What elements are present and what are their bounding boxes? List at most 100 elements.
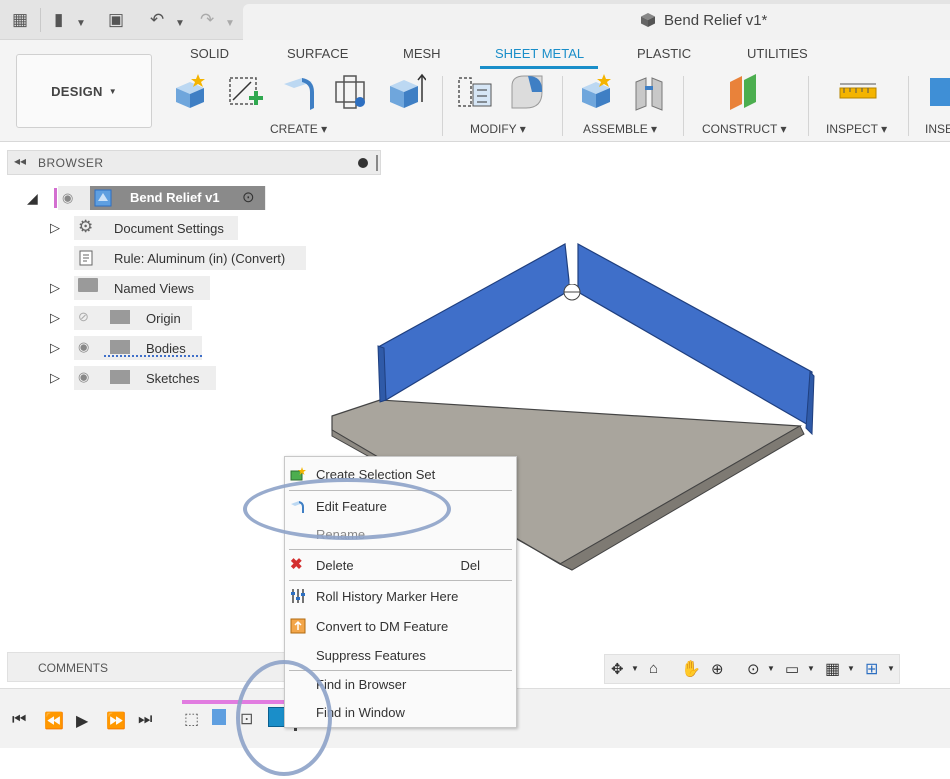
expand-triangle-icon[interactable]: ▷ [50, 310, 60, 326]
ribbon-divider [562, 76, 563, 136]
group-assemble[interactable]: ASSEMBLE ▾ [583, 122, 657, 136]
display-settings-icon[interactable]: ▭ [785, 660, 799, 678]
create-sketch-icon[interactable] [225, 72, 265, 112]
extrude-icon[interactable] [386, 72, 426, 112]
tab-solid[interactable]: SOLID [190, 46, 229, 61]
comments-title: COMMENTS [38, 661, 108, 675]
visibility-eye-icon[interactable]: ◉ [78, 339, 89, 355]
folder-icon [110, 340, 130, 354]
menu-separator [289, 580, 512, 581]
group-insert[interactable]: INSE [925, 122, 950, 136]
chevron-down-icon[interactable]: ▼ [631, 664, 639, 673]
offset-plane-icon[interactable] [724, 72, 764, 112]
visibility-eye-icon[interactable]: ◉ [78, 369, 89, 385]
collapse-triangle-icon[interactable]: ◢ [27, 190, 38, 207]
press-pull-icon[interactable] [455, 72, 495, 112]
go-to-start-icon[interactable]: ⏮ [12, 711, 26, 729]
delete-icon: ✖ [290, 556, 303, 573]
zoom-icon[interactable]: ⊕ [711, 660, 724, 678]
component-cube-icon [641, 13, 655, 27]
collapse-panel-icon[interactable]: ◂◂ [14, 154, 26, 168]
chevron-down-icon[interactable]: ▼ [847, 664, 855, 673]
tab-utilities[interactable]: UTILITIES [747, 46, 808, 61]
tree-item-label: Named Views [114, 281, 194, 296]
create-flat-pattern-icon[interactable] [332, 72, 372, 112]
redo-dropdown-icon[interactable]: ▼ [225, 14, 235, 34]
ribbon-divider [808, 76, 809, 136]
highlight-ring-timeline-feature [236, 660, 332, 776]
hidden-eye-icon[interactable]: ⊘ [78, 309, 89, 325]
navigation-toolbar: ✥ ▼ ⌂ ✋ ⊕ ⊙ ▼ ▭ ▼ ▦ ▼ ⊞ ▼ [604, 654, 900, 684]
modified-underline [104, 354, 202, 357]
tree-item-label: Rule: Aluminum (in) (Convert) [114, 251, 286, 266]
sheet-metal-rule-icon [79, 250, 93, 266]
chevron-down-icon[interactable]: ▼ [767, 664, 775, 673]
measure-icon[interactable] [838, 72, 878, 112]
menu-item-suppress-features[interactable]: Suppress Features [285, 642, 516, 668]
expand-triangle-icon[interactable]: ▷ [50, 340, 60, 356]
tree-item-label: Document Settings [114, 221, 224, 236]
new-component-assemble-icon[interactable] [576, 72, 616, 112]
chevron-down-icon[interactable]: ▼ [887, 664, 895, 673]
save-icon[interactable]: ▣ [108, 10, 124, 30]
expand-triangle-icon[interactable]: ▷ [50, 220, 60, 236]
workspace-switcher[interactable]: DESIGN ▼ [16, 54, 152, 128]
history-marker-icon [291, 589, 305, 603]
step-back-icon[interactable]: ⏪ [44, 711, 64, 731]
ribbon-divider [908, 76, 909, 136]
go-to-end-icon[interactable]: ⏭ [138, 711, 152, 729]
group-construct[interactable]: CONSTRUCT ▾ [702, 122, 786, 136]
divider [40, 8, 41, 32]
selection-set-icon [290, 467, 306, 481]
tree-item-label: Origin [146, 311, 181, 326]
apps-grid-icon[interactable]: ▦ [12, 10, 28, 30]
undo-icon[interactable]: ↶ [150, 10, 164, 30]
minimize-icon[interactable] [358, 158, 368, 168]
group-modify[interactable]: MODIFY ▾ [470, 122, 526, 136]
insert-image-icon[interactable] [928, 72, 950, 112]
expand-triangle-icon[interactable]: ▷ [50, 370, 60, 386]
look-at-icon[interactable]: ⌂ [649, 660, 658, 677]
undo-dropdown-icon[interactable]: ▼ [175, 14, 185, 34]
menu-item-delete[interactable]: ✖ Delete Del [285, 552, 516, 578]
menu-item-roll-history-marker[interactable]: Roll History Marker Here [285, 583, 516, 609]
expand-triangle-icon[interactable]: ▷ [50, 280, 60, 296]
active-tab-indicator [480, 66, 598, 69]
chevron-down-icon[interactable]: ▼ [76, 14, 86, 34]
tab-surface[interactable]: SURFACE [287, 46, 348, 61]
document-tab[interactable] [243, 4, 950, 40]
convert-icon [290, 618, 306, 634]
menu-item-convert-to-dm[interactable]: Convert to DM Feature [285, 613, 516, 639]
browser-header[interactable]: ◂◂ BROWSER [7, 150, 381, 175]
app-bar: ▦ ▮ ▼ ▣ ↶ ▼ ↷ ▼ Bend Relief v1* [0, 0, 950, 40]
chevron-down-icon[interactable]: ▼ [807, 664, 815, 673]
pin-icon[interactable] [376, 155, 378, 171]
group-inspect[interactable]: INSPECT ▾ [826, 122, 887, 136]
grid-icon[interactable]: ▦ [825, 659, 840, 679]
group-create[interactable]: CREATE ▾ [270, 122, 327, 136]
browser-title: BROWSER [38, 156, 104, 170]
highlight-ring-edit-feature [243, 478, 451, 540]
extrude-feature-icon[interactable] [212, 709, 226, 725]
orbit-icon[interactable]: ✥ [611, 660, 624, 678]
joint-icon[interactable] [630, 72, 670, 112]
play-icon[interactable]: ▶ [76, 711, 88, 731]
viewports-icon[interactable]: ⊞ [865, 659, 878, 679]
tree-item-label: Sketches [146, 371, 200, 386]
file-icon[interactable]: ▮ [54, 10, 63, 30]
folder-icon [110, 310, 130, 324]
flange-icon[interactable] [280, 72, 320, 112]
step-forward-icon[interactable]: ⏩ [106, 711, 126, 731]
tab-sheet-metal[interactable]: SHEET METAL [495, 46, 584, 61]
new-component-icon[interactable] [170, 72, 210, 112]
sketch-feature-icon[interactable]: ⬚ [184, 709, 199, 729]
activate-radio-icon[interactable]: ⊙ [242, 188, 255, 206]
pan-hand-icon[interactable]: ✋ [681, 659, 701, 679]
tab-mesh[interactable]: MESH [403, 46, 441, 61]
fillet-icon[interactable] [508, 72, 548, 112]
visibility-eye-icon[interactable]: ◉ [62, 190, 73, 206]
tab-plastic[interactable]: PLASTIC [637, 46, 691, 61]
fit-icon[interactable]: ⊙ [747, 660, 760, 678]
menu-shortcut: Del [460, 558, 480, 573]
redo-icon[interactable]: ↷ [200, 10, 214, 30]
